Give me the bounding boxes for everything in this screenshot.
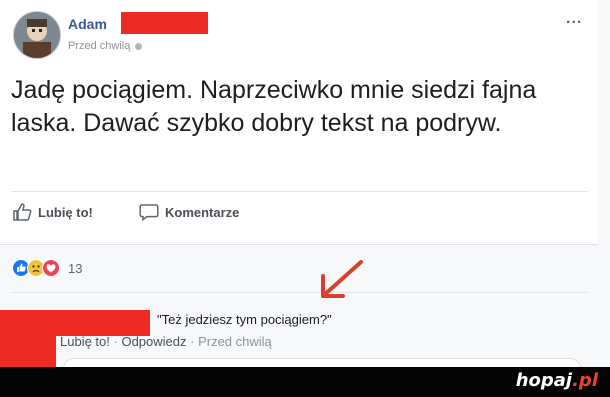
love-icon (42, 259, 60, 277)
redacted-commenter-avatar (0, 336, 56, 367)
pointer-arrow-icon (321, 260, 363, 298)
post-timestamp[interactable]: Przed chwilą (68, 40, 143, 52)
comment-button[interactable]: Komentarze (139, 203, 239, 221)
comment-timestamp[interactable]: Przed chwilą (198, 334, 272, 349)
facebook-post: Adam Przed chwilą ... Jadę pociągiem. Na… (0, 0, 610, 367)
comment-text: "Też jedziesz tym pociągiem?" (157, 312, 332, 327)
brand-tld: .pl (572, 370, 598, 391)
comment-actions: Lubię to! · Odpowiedz · Przed chwilą (60, 334, 272, 349)
redacted-commenter (0, 310, 150, 336)
reaction-count: 13 (68, 260, 83, 276)
divider (11, 292, 588, 293)
comment-reply-link[interactable]: Odpowiedz (121, 334, 186, 349)
post-text: Jadę pociągiem. Naprzeciwko mnie siedzi … (11, 76, 537, 137)
post-card: Adam Przed chwilą ... Jadę pociągiem. Na… (0, 0, 598, 245)
brand-name: hopaj (515, 370, 573, 391)
post-time-label: Przed chwilą (68, 40, 131, 52)
comment-icon (139, 203, 159, 221)
author-name[interactable]: Adam (68, 16, 107, 32)
more-options-icon[interactable]: ... (566, 10, 582, 28)
avatar[interactable] (13, 11, 61, 59)
like-label: Lubię to! (38, 204, 93, 220)
brand-logo: hopaj.pl (516, 370, 598, 391)
separator-dot: · (190, 334, 199, 349)
comment-label: Komentarze (165, 204, 240, 220)
reactions-summary[interactable]: 13 (12, 259, 82, 277)
watermark-bar: hopaj.pl (0, 367, 610, 397)
divider (11, 191, 588, 192)
redacted-surname (121, 12, 208, 34)
thumbs-up-icon (12, 203, 32, 221)
comment-like-link[interactable]: Lubię to! (60, 334, 110, 349)
globe-icon (135, 42, 143, 50)
like-button[interactable]: Lubię to! (12, 203, 93, 221)
